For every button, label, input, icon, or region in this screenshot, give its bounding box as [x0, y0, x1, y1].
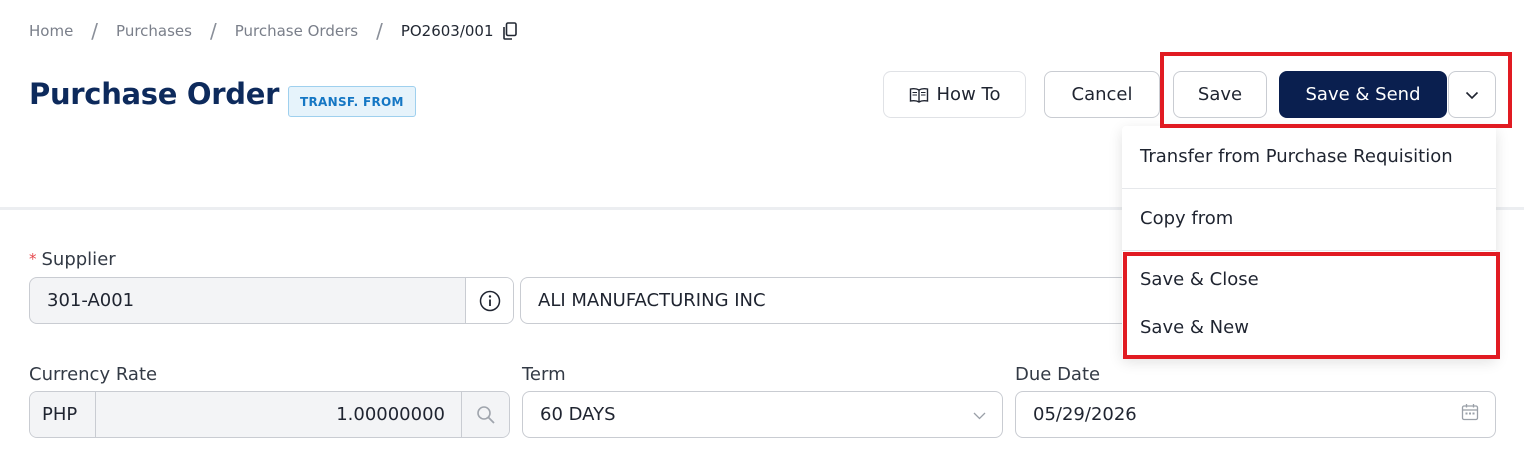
menu-divider [1122, 250, 1496, 251]
chevron-down-icon [1465, 84, 1479, 105]
currency-rate-field[interactable]: PHP 1.00000000 [29, 391, 510, 438]
menu-item-copy-from[interactable]: Copy from [1140, 208, 1233, 229]
supplier-code-field[interactable]: 301-A001 [29, 277, 514, 324]
currency-code: PHP [30, 392, 96, 437]
due-date-field[interactable]: 05/29/2026 [1015, 391, 1496, 438]
info-icon[interactable] [465, 278, 513, 323]
breadcrumb-purchases[interactable]: Purchases [116, 22, 192, 40]
cancel-button[interactable]: Cancel [1044, 71, 1160, 118]
required-marker: * [29, 250, 37, 268]
copy-icon[interactable] [502, 22, 517, 40]
breadcrumb: Home / Purchases / Purchase Orders / PO2… [29, 19, 517, 43]
menu-item-save-and-close[interactable]: Save & Close [1140, 269, 1259, 290]
search-icon[interactable] [461, 392, 509, 437]
book-icon [909, 87, 929, 103]
how-to-label: How To [936, 84, 1001, 105]
save-button[interactable]: Save [1173, 71, 1267, 118]
term-label: Term [522, 364, 566, 385]
currency-rate-value: 1.00000000 [336, 404, 445, 425]
more-actions-button[interactable] [1448, 71, 1496, 118]
menu-item-save-and-new[interactable]: Save & New [1140, 317, 1249, 338]
breadcrumb-purchase-orders[interactable]: Purchase Orders [235, 22, 358, 40]
page-title: Purchase Order [29, 77, 280, 111]
how-to-button[interactable]: How To [883, 71, 1026, 118]
due-date-label: Due Date [1015, 364, 1101, 385]
due-date-value: 05/29/2026 [1033, 404, 1137, 425]
supplier-name-field[interactable]: ALI MANUFACTURING INC [520, 277, 1140, 324]
chevron-down-icon [973, 404, 986, 425]
actions-dropdown-menu: Transfer from Purchase Requisition Copy … [1122, 126, 1496, 358]
status-badge: TRANSF. FROM [288, 86, 416, 117]
supplier-code-value: 301-A001 [47, 290, 135, 311]
term-value: 60 DAYS [540, 404, 616, 425]
breadcrumb-separator: / [209, 19, 217, 43]
breadcrumb-current: PO2603/001 [400, 22, 494, 40]
menu-divider [1122, 188, 1496, 189]
calendar-icon[interactable] [1461, 403, 1479, 426]
breadcrumb-home[interactable]: Home [29, 22, 73, 40]
breadcrumb-separator: / [376, 19, 383, 43]
breadcrumb-separator: / [91, 19, 99, 43]
supplier-name-value: ALI MANUFACTURING INC [538, 290, 766, 311]
save-and-send-button[interactable]: Save & Send [1279, 71, 1447, 118]
currency-rate-label: Currency Rate [29, 364, 158, 385]
supplier-label: * Supplier [29, 249, 116, 270]
term-select[interactable]: 60 DAYS [522, 391, 1003, 438]
menu-item-transfer-from-requisition[interactable]: Transfer from Purchase Requisition [1140, 146, 1453, 167]
